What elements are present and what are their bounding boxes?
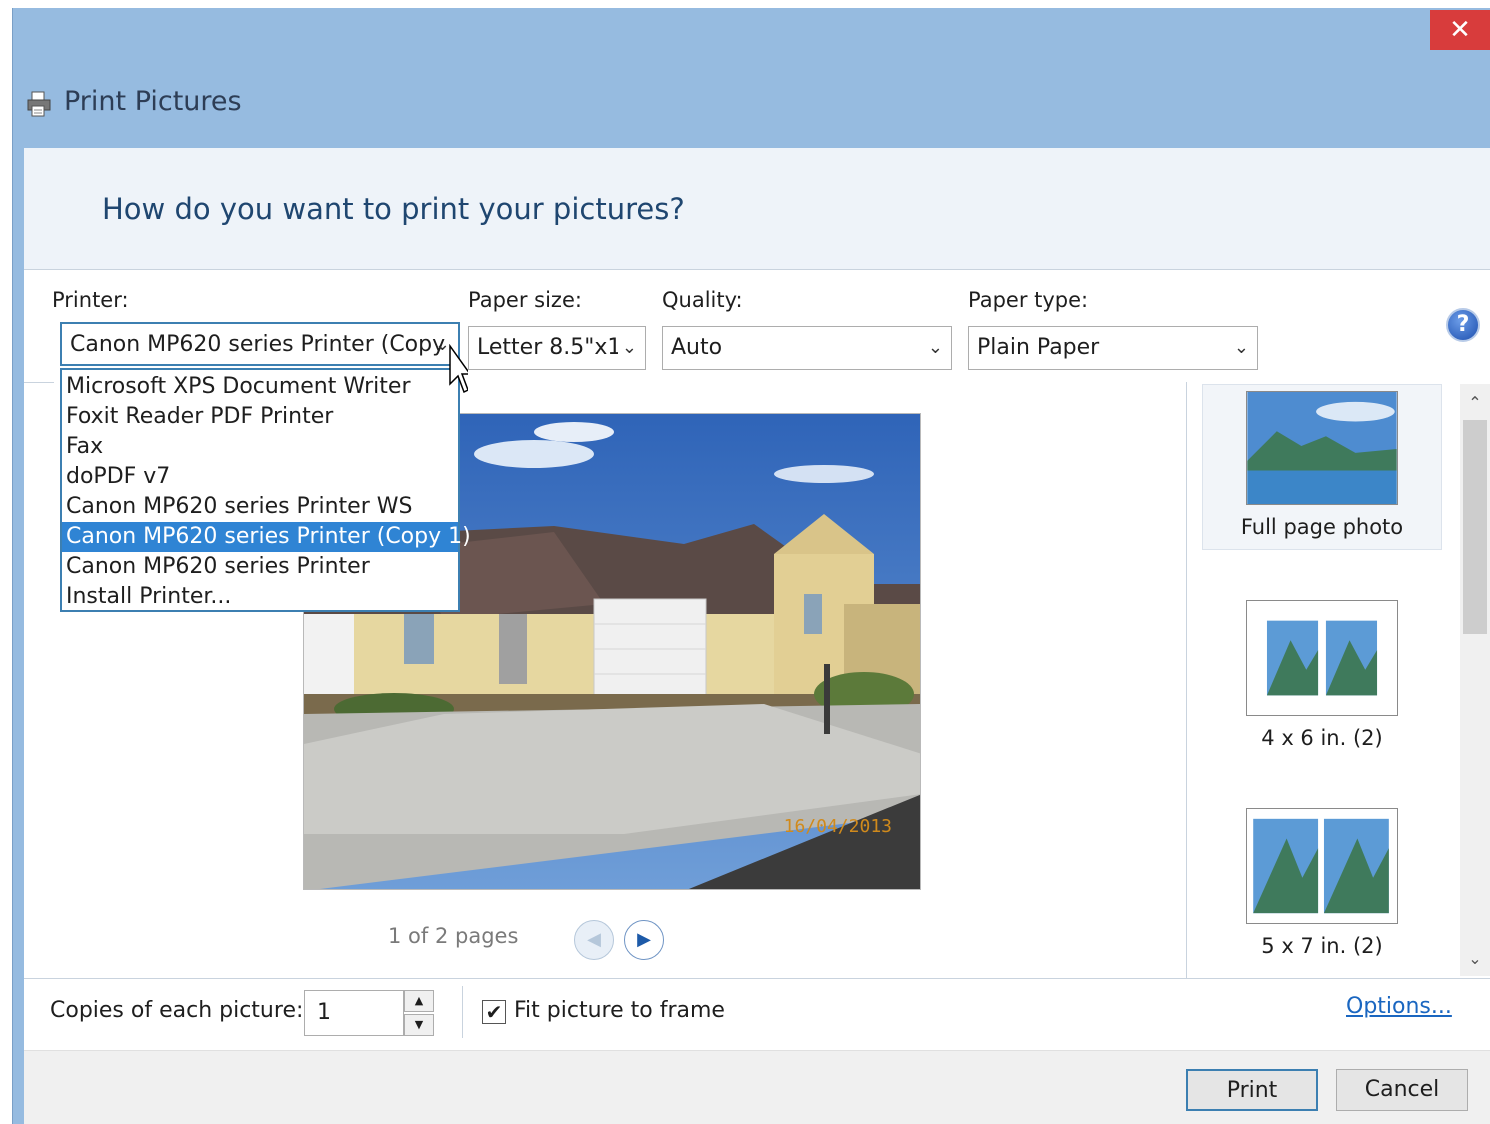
arrow-left-icon: ◀ <box>587 929 601 950</box>
chevron-down-icon: ⌄ <box>1233 337 1249 358</box>
close-button[interactable]: ✕ <box>1430 10 1490 50</box>
print-button[interactable]: Print <box>1186 1069 1318 1111</box>
landscape-thumbnail-icon <box>1246 391 1398 505</box>
fit-to-frame-label[interactable]: Fit picture to frame <box>514 998 725 1023</box>
arrow-right-icon: ▶ <box>637 929 651 950</box>
previous-page-button[interactable]: ◀ <box>574 920 614 960</box>
copies-label: Copies of each picture: <box>50 998 304 1023</box>
mouse-cursor-icon <box>449 344 468 394</box>
layout-caption: 4 x 6 in. (2) <box>1261 726 1383 750</box>
layout-scrollbar[interactable]: ⌃ ⌄ <box>1460 384 1490 976</box>
paper-type-select[interactable]: Plain Paper ⌄ <box>968 326 1258 370</box>
next-page-button[interactable]: ▶ <box>624 920 664 960</box>
dialog-body: How do you want to print your pictures? … <box>24 148 1490 1124</box>
two-photos-thumbnail-icon <box>1246 808 1398 924</box>
layout-caption: 5 x 7 in. (2) <box>1261 934 1383 958</box>
layout-caption: Full page photo <box>1240 515 1404 539</box>
printer-icon <box>27 91 51 117</box>
chevron-up-icon[interactable]: ⌃ <box>1460 388 1490 418</box>
quality-select[interactable]: Auto ⌄ <box>662 326 952 370</box>
cancel-button[interactable]: Cancel <box>1336 1069 1468 1111</box>
printer-dropdown-list: Microsoft XPS Document Writer Foxit Read… <box>60 368 471 612</box>
chevron-down-icon: ⌄ <box>617 327 637 369</box>
quality-value: Auto <box>671 335 723 360</box>
printer-select-value: Canon MP620 series Printer (Copy <box>70 332 446 357</box>
chevron-down-icon[interactable]: ⌄ <box>1460 944 1490 974</box>
divider <box>24 382 54 383</box>
chevron-down-icon: ⌄ <box>927 337 943 358</box>
fit-to-frame-checkbox[interactable]: ✔ <box>482 1000 506 1024</box>
layout-4x6[interactable]: 4 x 6 in. (2) <box>1202 600 1442 750</box>
layout-full-page[interactable]: Full page photo <box>1202 384 1442 550</box>
printer-option[interactable]: doPDF v7 <box>62 462 458 492</box>
printer-option[interactable]: Foxit Reader PDF Printer <box>62 402 458 432</box>
divider <box>462 986 463 1038</box>
quality-label: Quality: <box>662 288 743 312</box>
printer-option[interactable]: Fax <box>62 432 458 462</box>
printer-option[interactable]: Canon MP620 series Printer <box>62 552 458 582</box>
install-printer-option[interactable]: Install Printer... <box>62 582 458 612</box>
printer-option[interactable]: Canon MP620 series Printer WS <box>62 492 458 522</box>
paper-size-value: Letter 8.5"x1 <box>477 335 622 360</box>
layout-5x7[interactable]: 5 x 7 in. (2) <box>1202 808 1442 958</box>
divider <box>24 978 1490 979</box>
header-question: How do you want to print your pictures? <box>102 192 685 226</box>
button-bar: Print Cancel <box>24 1050 1490 1124</box>
window-title: Print Pictures <box>64 86 242 117</box>
paper-type-label: Paper type: <box>968 288 1089 312</box>
printer-label: Printer: <box>52 288 129 312</box>
options-link[interactable]: Options... <box>1346 994 1452 1019</box>
header-band: How do you want to print your pictures? <box>24 148 1490 270</box>
paper-size-select[interactable]: Letter 8.5"x1 ⌄ <box>468 326 646 370</box>
page-count: 1 of 2 pages <box>388 924 519 948</box>
increment-copies-button[interactable]: ▲ <box>404 990 434 1012</box>
printer-option-selected[interactable]: Canon MP620 series Printer (Copy 1) <box>62 522 471 552</box>
copies-input[interactable]: 1 <box>304 990 404 1036</box>
scroll-thumb[interactable] <box>1463 420 1487 634</box>
two-photos-thumbnail-icon <box>1246 600 1398 716</box>
date-stamp: 16/04/2013 <box>783 816 892 837</box>
paper-type-value: Plain Paper <box>977 335 1100 360</box>
paper-size-label: Paper size: <box>468 288 582 312</box>
printer-select[interactable]: Canon MP620 series Printer (Copy ⌄ <box>60 322 460 366</box>
help-icon[interactable]: ? <box>1446 308 1480 342</box>
decrement-copies-button[interactable]: ▼ <box>404 1014 434 1036</box>
printer-option[interactable]: Microsoft XPS Document Writer <box>62 372 458 402</box>
